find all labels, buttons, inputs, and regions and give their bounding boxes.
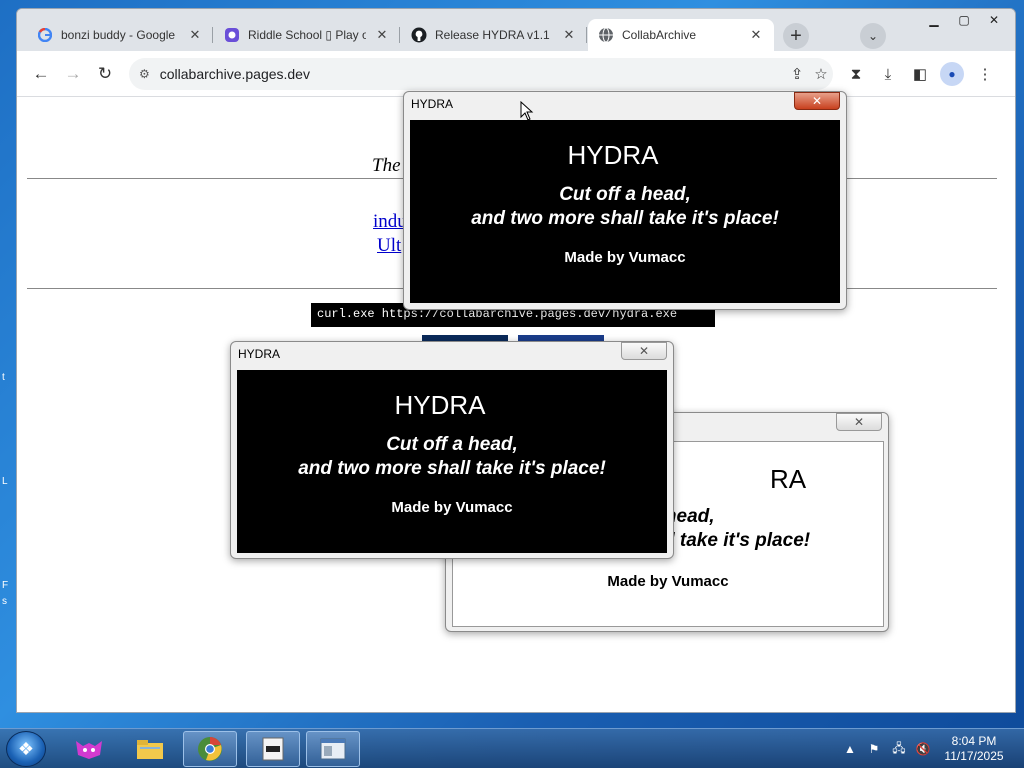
more-menu-icon[interactable]: ⋮ bbox=[973, 62, 997, 86]
hydra-credit: Made by Vumacc bbox=[564, 249, 686, 266]
new-tab-button[interactable]: + bbox=[783, 23, 809, 49]
file-explorer-icon[interactable] bbox=[123, 731, 177, 767]
window-controls: ▁ ▢ ✕ bbox=[919, 11, 1009, 29]
hydra-window[interactable]: HYDRA ✕ HYDRA Cut off a head, and two mo… bbox=[230, 341, 674, 559]
taskbar: ❖ ▲ ⚑ 🖧 🔇 8:04 PM 11/17/2025 bbox=[0, 728, 1024, 768]
hydra-line-2: and two more shall take it's place! bbox=[471, 208, 779, 229]
hydra-heading: HYDRA bbox=[567, 140, 659, 170]
system-clock[interactable]: 8:04 PM 11/17/2025 bbox=[936, 734, 1012, 764]
tab-title: bonzi buddy - Google bbox=[61, 28, 176, 42]
hydra-body: HYDRA Cut off a head, and two more shall… bbox=[237, 370, 667, 553]
close-icon[interactable]: ✕ bbox=[794, 92, 840, 110]
hydra-credit: Made by Vumacc bbox=[607, 573, 729, 590]
forward-arrow-icon[interactable]: → bbox=[61, 62, 85, 86]
tab-title: Release HYDRA v1.1 · bbox=[435, 28, 553, 42]
page-link[interactable]: Ult bbox=[377, 235, 401, 257]
hydra-window-title: HYDRA bbox=[411, 97, 454, 111]
close-window-icon[interactable]: ✕ bbox=[979, 11, 1009, 29]
google-icon bbox=[37, 27, 53, 43]
address-bar[interactable]: ⚙ collabarchive.pages.dev bbox=[129, 58, 833, 90]
tab-search-button[interactable]: ⌄ bbox=[860, 23, 886, 49]
hydra-window-title: HYDRA bbox=[238, 347, 281, 361]
hydra-app-icon[interactable] bbox=[246, 731, 300, 767]
show-hidden-icons[interactable]: ▲ bbox=[842, 729, 858, 768]
tab-riddle-school[interactable]: Riddle School ▯ Play o ✕ bbox=[214, 19, 400, 51]
desktop-edge-text: L bbox=[2, 476, 8, 487]
network-icon[interactable]: 🖧 bbox=[889, 729, 909, 768]
hydra-body: HYDRA Cut off a head, and two more shall… bbox=[410, 120, 840, 303]
hydra-line-1: Cut off a head, bbox=[386, 434, 518, 455]
url-text: collabarchive.pages.dev bbox=[159, 66, 310, 82]
hydra-line-2: and two more shall take it's place! bbox=[298, 458, 606, 479]
start-orb-icon[interactable]: ❖ bbox=[6, 731, 46, 767]
clock-date: 11/17/2025 bbox=[944, 749, 1004, 763]
riddle-school-icon bbox=[224, 27, 240, 43]
side-panel-icon[interactable]: ◧ bbox=[908, 62, 932, 86]
window-app-icon[interactable] bbox=[306, 731, 360, 767]
hydra-heading: HYDRA bbox=[394, 390, 486, 420]
bookmark-star-icon[interactable]: ☆ bbox=[809, 62, 833, 86]
tab-bonzi-buddy[interactable]: bonzi buddy - Google ✕ bbox=[27, 19, 213, 51]
action-center-flag-icon[interactable]: ⚑ bbox=[864, 729, 884, 768]
extensions-icon[interactable]: ⧗ bbox=[844, 62, 868, 86]
hydra-line-1: Cut off a head, bbox=[559, 184, 691, 205]
github-icon bbox=[411, 27, 427, 43]
profile-avatar-icon[interactable]: ● bbox=[940, 62, 964, 86]
close-icon[interactable]: ✕ bbox=[187, 27, 203, 43]
desktop-edge-text: t bbox=[2, 372, 5, 383]
tab-strip: bonzi buddy - Google ✕ Riddle School ▯ P… bbox=[17, 9, 1015, 51]
site-settings-icon[interactable]: ⚙ bbox=[139, 67, 150, 81]
close-icon[interactable]: ✕ bbox=[621, 342, 667, 360]
tab-collabarchive[interactable]: CollabArchive ✕ bbox=[588, 19, 774, 51]
close-icon[interactable]: ✕ bbox=[748, 27, 764, 43]
hydra-window[interactable]: HYDRA ✕ HYDRA Cut off a head, and two mo… bbox=[403, 91, 847, 310]
desktop-edge-text: F bbox=[2, 580, 9, 591]
close-icon[interactable]: ✕ bbox=[561, 27, 577, 43]
bonzi-cat-icon[interactable] bbox=[62, 731, 116, 767]
share-icon[interactable]: ⇪ bbox=[785, 62, 809, 86]
globe-icon bbox=[598, 27, 614, 43]
tab-title: CollabArchive bbox=[622, 28, 697, 42]
tab-title: Riddle School ▯ Play o bbox=[248, 28, 366, 42]
hydra-credit: Made by Vumacc bbox=[391, 499, 513, 516]
close-icon[interactable]: ✕ bbox=[374, 27, 390, 43]
volume-muted-icon[interactable]: 🔇 bbox=[913, 729, 933, 768]
page-subtitle: The bbox=[372, 155, 401, 176]
download-icon[interactable]: ⤓ bbox=[876, 62, 900, 86]
close-icon[interactable]: ✕ bbox=[836, 413, 882, 431]
reload-icon[interactable]: ↻ bbox=[93, 62, 117, 86]
minimize-icon[interactable]: ▁ bbox=[919, 11, 949, 29]
maximize-icon[interactable]: ▢ bbox=[949, 11, 979, 29]
clock-time: 8:04 PM bbox=[951, 734, 997, 748]
desktop-edge-text: s bbox=[2, 596, 7, 607]
tab-release-hydra[interactable]: Release HYDRA v1.1 · ✕ bbox=[401, 19, 587, 51]
back-arrow-icon[interactable]: ← bbox=[29, 62, 53, 86]
mouse-cursor-icon bbox=[520, 101, 534, 121]
page-link[interactable]: indu bbox=[373, 211, 407, 233]
chrome-icon[interactable] bbox=[183, 731, 237, 767]
